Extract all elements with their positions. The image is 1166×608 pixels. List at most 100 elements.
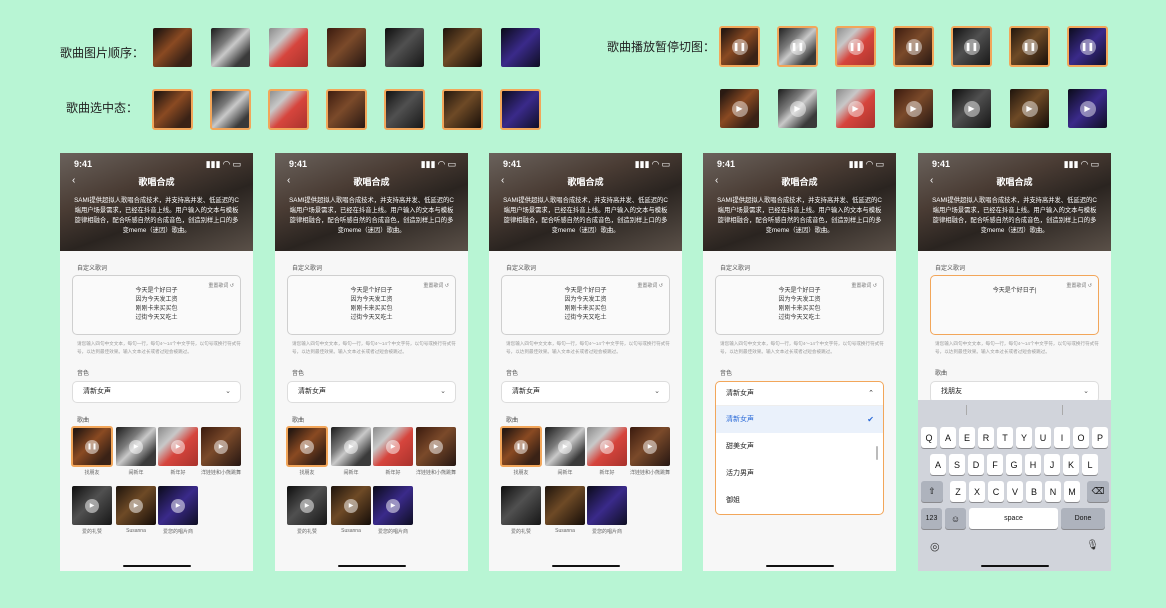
- lyrics-input[interactable]: 重置歌词 ↺ 今天是个好日子 因为今天发工资 刚刚卡来买买包 过街今天又吃土: [287, 275, 456, 335]
- pause-icon: ❚❚: [789, 38, 806, 55]
- hero-banner: 9:41 ▮▮▮ ◠ ▭ ‹ 歌唱合成 SAMI提供超拟人歌唱合成技术，并支持高并…: [918, 153, 1111, 251]
- key[interactable]: Q: [921, 427, 937, 448]
- play-icon: ▶: [600, 439, 614, 454]
- space-key[interactable]: space: [969, 508, 1058, 529]
- play-icon: ▶: [344, 439, 358, 454]
- lyrics-label: 自定义歌词: [935, 266, 966, 272]
- status-icons: ▮▮▮ ◠ ▭: [1063, 159, 1099, 169]
- key[interactable]: F: [987, 454, 1003, 475]
- lyrics-input[interactable]: 重置歌词 ↺ 今天是个好日子 因为今天发工资 刚刚卡来买买包 过街今天又吃土: [72, 275, 241, 335]
- song-item[interactable]: ▶ 新年好: [587, 427, 627, 476]
- key[interactable]: K: [1063, 454, 1079, 475]
- key[interactable]: C: [988, 481, 1004, 502]
- key[interactable]: U: [1035, 427, 1051, 448]
- lyrics-hint: 请您输入四句中文文本，每句一行，每句4～14个中文字符，以句号或换行符式符号，以…: [506, 341, 670, 354]
- key[interactable]: E: [959, 427, 975, 448]
- song-name: 新年好: [599, 470, 615, 476]
- key[interactable]: S: [949, 454, 965, 475]
- key[interactable]: N: [1045, 481, 1061, 502]
- lyric-line: 今天是个好日子: [135, 288, 178, 294]
- dropdown-scrollbar[interactable]: [876, 446, 878, 460]
- lyric-line: 刚刚卡来买买包: [564, 306, 607, 312]
- play-icon: ▶: [1021, 100, 1038, 117]
- song-thumb-pause: ❚❚: [1009, 26, 1050, 67]
- song-item[interactable]: ▶ 找朋友: [286, 426, 328, 476]
- key[interactable]: A: [930, 454, 946, 475]
- page-title: 歌唱合成: [138, 177, 175, 187]
- song-item[interactable]: ▶ 闹新年: [116, 427, 156, 476]
- key[interactable]: L: [1082, 454, 1098, 475]
- lyrics-input[interactable]: 重置歌词 ↺ 今天是个好日子|: [930, 275, 1099, 335]
- song-item[interactable]: ▶ 爱您的唱片商: [373, 486, 413, 535]
- mic-icon[interactable]: 🎙: [1086, 540, 1099, 551]
- key[interactable]: X: [969, 481, 985, 502]
- home-indicator: [123, 565, 191, 567]
- timbre-dropdown[interactable]: 清新女声 ⌃ 清新女声 ✔ 甜美女声 活力男声 御姐: [715, 381, 884, 515]
- dropdown-option[interactable]: 甜美女声: [716, 433, 883, 460]
- song-item[interactable]: ❚❚ 找朋友: [500, 426, 542, 476]
- song-item[interactable]: ▶ 爱的礼赞: [72, 486, 112, 535]
- lyrics-input[interactable]: 重置歌词 ↺ 今天是个好日子 因为今天发工资 刚刚卡来买买包 过街今天又吃土: [501, 275, 670, 335]
- play-icon: ▶: [429, 439, 443, 454]
- key[interactable]: G: [1006, 454, 1022, 475]
- dropdown-option[interactable]: 活力男声: [716, 460, 883, 487]
- lyric-line: 因为今天发工资: [350, 297, 393, 303]
- key[interactable]: O: [1073, 427, 1089, 448]
- play-icon: ▶: [847, 100, 864, 117]
- song-thumb: [211, 28, 250, 67]
- key[interactable]: H: [1025, 454, 1041, 475]
- key[interactable]: P: [1092, 427, 1108, 448]
- song-item[interactable]: ▶ Susanna: [116, 486, 156, 534]
- key[interactable]: J: [1044, 454, 1060, 475]
- globe-icon[interactable]: ◎: [930, 540, 940, 553]
- dropdown-header[interactable]: 清新女声 ⌃: [716, 382, 883, 406]
- timbre-select[interactable]: 清新女声 ⌄: [72, 381, 241, 403]
- key[interactable]: D: [968, 454, 984, 475]
- song-item[interactable]: ▶ 闹新年: [331, 427, 371, 476]
- lyrics-text: 今天是个好日子|: [992, 288, 1037, 294]
- key[interactable]: T: [997, 427, 1013, 448]
- key[interactable]: I: [1054, 427, 1070, 448]
- key[interactable]: A: [940, 427, 956, 448]
- chevron-down-icon: ⌄: [654, 388, 660, 395]
- shift-key[interactable]: ⇧: [921, 481, 943, 502]
- key[interactable]: M: [1064, 481, 1080, 502]
- song-item[interactable]: ▶ 爱的礼赞: [287, 486, 327, 535]
- song-item[interactable]: ▶ 新年好: [373, 427, 413, 476]
- song-name: 找朋友: [299, 470, 315, 476]
- song-cover: ▶: [116, 486, 156, 525]
- delete-key[interactable]: ⌫: [1087, 481, 1109, 502]
- key[interactable]: R: [978, 427, 994, 448]
- status-time: 9:41: [289, 159, 308, 169]
- dropdown-option[interactable]: 清新女声 ✔: [716, 406, 883, 433]
- key[interactable]: V: [1007, 481, 1023, 502]
- numbers-key[interactable]: 123: [921, 508, 942, 529]
- lyrics-input[interactable]: 重置歌词 ↺ 今天是个好日子 因为今天发工资 刚刚卡来买买包 过街今天又吃土: [715, 275, 884, 335]
- song-item[interactable]: ❚❚ 找朋友: [71, 426, 113, 476]
- song-item[interactable]: ▶ 洋娃娃和小熊跳舞: [416, 427, 456, 476]
- song-item[interactable]: ▶ 爱您的唱片商: [158, 486, 198, 535]
- page-title: 歌唱合成: [996, 177, 1033, 187]
- song-item[interactable]: 爱的礼赞: [501, 486, 541, 535]
- emoji-key[interactable]: ☺: [945, 508, 966, 529]
- song-item[interactable]: ▶ 洋娃娃和小熊跳舞: [630, 427, 670, 476]
- play-icon: ▶: [129, 498, 143, 513]
- song-item[interactable]: ▶ 新年好: [158, 427, 198, 476]
- song-item[interactable]: ▶ 洋娃娃和小熊跳舞: [201, 427, 241, 476]
- song-item[interactable]: 爱您的唱片商: [587, 486, 627, 535]
- key[interactable]: B: [1026, 481, 1042, 502]
- song-item[interactable]: ▶ 闹新年: [545, 427, 585, 476]
- key[interactable]: Y: [1016, 427, 1032, 448]
- play-icon: ▶: [300, 439, 314, 454]
- play-icon: ▶: [171, 439, 185, 454]
- timbre-select[interactable]: 清新女声 ⌄: [287, 381, 456, 403]
- dropdown-option[interactable]: 御姐: [716, 487, 883, 514]
- key[interactable]: Z: [950, 481, 966, 502]
- label-play-pause: 歌曲播放暂停切图：: [607, 40, 716, 54]
- thumb-row-pause: ❚❚ ❚❚ ❚❚ ❚❚ ❚❚ ❚❚ ❚❚: [719, 26, 1108, 67]
- song-item[interactable]: ▶ Susanna: [331, 486, 371, 534]
- timbre-select[interactable]: 清新女声 ⌄: [501, 381, 670, 403]
- done-key[interactable]: Done: [1061, 508, 1105, 529]
- song-thumb-pause: ❚❚: [951, 26, 992, 67]
- song-item[interactable]: Susanna: [545, 486, 585, 534]
